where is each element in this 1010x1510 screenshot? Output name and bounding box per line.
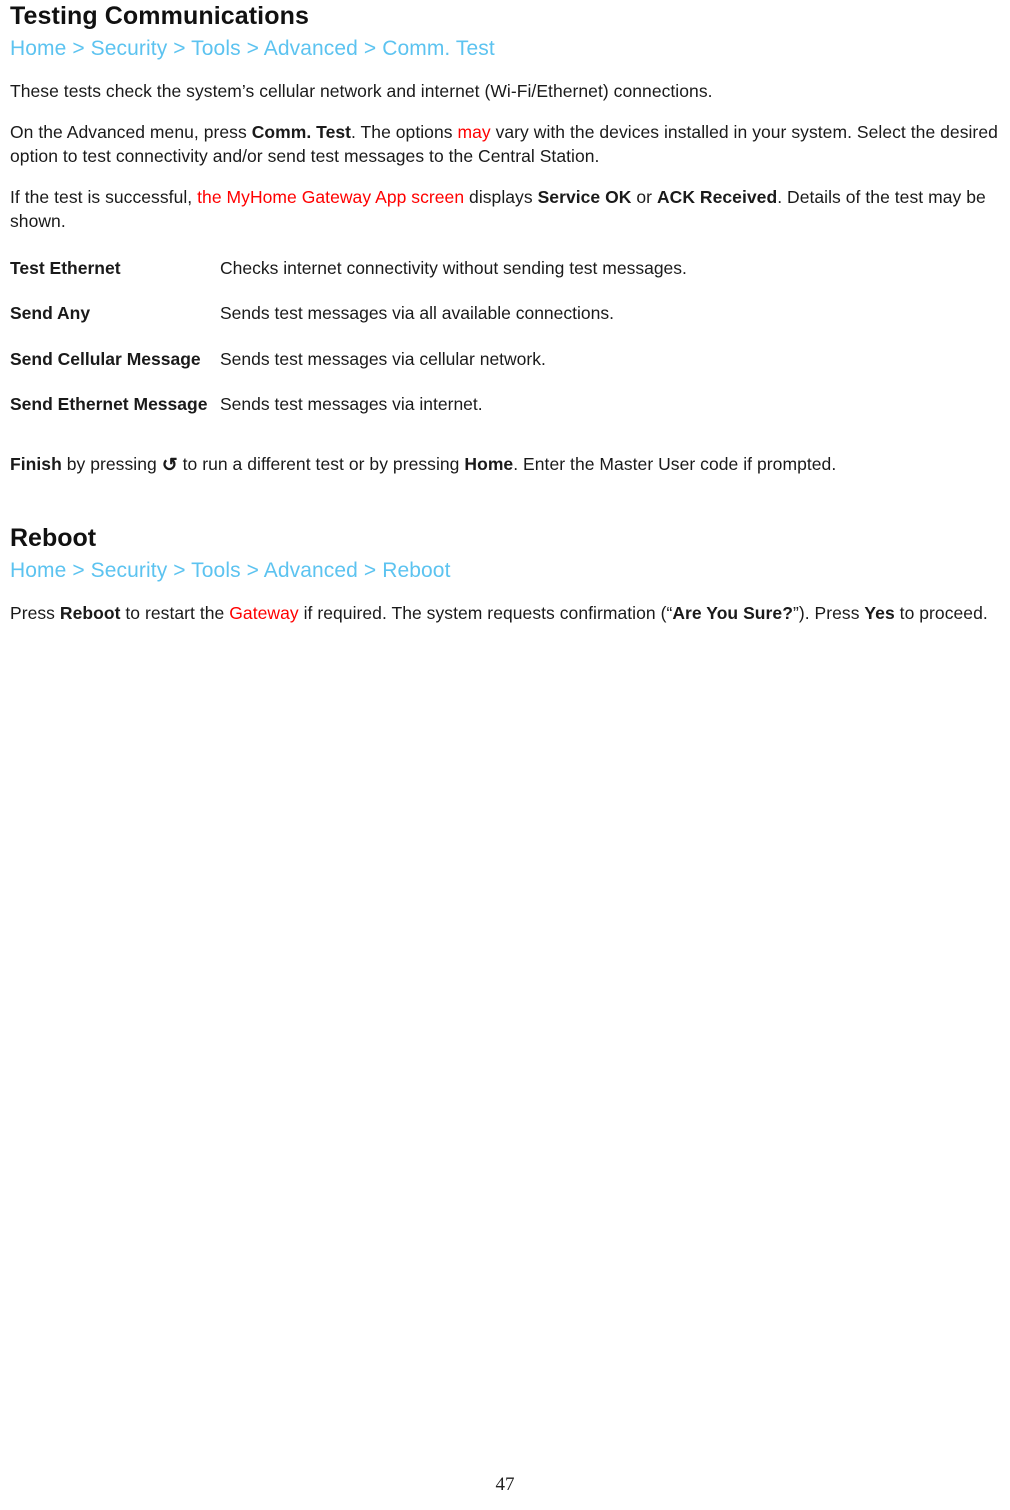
table-row: Send Ethernet Message Sends test message… <box>10 392 1000 438</box>
status-service-ok: Service OK <box>537 186 632 207</box>
option-term: Send Cellular Message <box>10 348 201 369</box>
text-fragment: Press <box>10 603 60 623</box>
text-fragment: or <box>631 186 657 207</box>
text-fragment: On the Advanced menu, press <box>10 121 252 142</box>
option-term: Test Ethernet <box>10 257 121 278</box>
section-title-reboot: Reboot <box>10 524 97 552</box>
text-fragment: to proceed. <box>894 603 988 623</box>
option-term: Send Ethernet Message <box>10 394 208 414</box>
option-description: Checks internet connectivity without sen… <box>220 257 687 278</box>
text-fragment: . Enter the Master User code if prompted… <box>513 453 837 474</box>
emphasis-myhome-gateway-app-screen: the MyHome Gateway App screen <box>197 186 465 207</box>
instruction-finish: Finish <box>10 453 62 474</box>
breadcrumb-comm-test: Home > Security > Tools > Advanced > Com… <box>10 37 495 60</box>
option-term: Send Any <box>10 303 91 323</box>
emphasis-may: may <box>457 121 491 142</box>
option-description: Sends test messages via internet. <box>220 394 483 414</box>
text-fragment: . The options <box>351 121 458 142</box>
paragraph-intro-text: These tests check the system’s cellular … <box>10 81 713 101</box>
paragraph-advanced-menu: On the Advanced menu, press Comm. Test. … <box>10 120 1000 169</box>
text-fragment: ”). Press <box>792 603 865 623</box>
text-fragment: to restart the <box>120 603 230 623</box>
emphasis-gateway: Gateway <box>229 603 299 623</box>
prompt-are-you-sure: Are You Sure? <box>672 603 793 623</box>
menu-item-comm-test: Comm. Test <box>251 121 352 142</box>
paragraph-reboot: Press Reboot to restart the Gateway if r… <box>10 601 1000 626</box>
table-row: Send Cellular Message Sends test message… <box>10 347 1000 393</box>
text-fragment: if required. The system requests confirm… <box>298 603 673 623</box>
page-number: 47 <box>495 1474 515 1495</box>
text-fragment: to run a different test or by pressing <box>177 453 465 474</box>
text-fragment: If the test is successful, <box>10 186 198 207</box>
text-fragment: displays <box>464 186 538 207</box>
table-row: Test Ethernet Checks internet connectivi… <box>10 256 1000 302</box>
document-page: Testing Communications Home > Security >… <box>0 0 1010 1510</box>
return-back-arrow-icon: ↺ <box>161 454 178 476</box>
button-yes: Yes <box>864 603 895 623</box>
button-home: Home <box>464 453 514 474</box>
paragraph-intro: These tests check the system’s cellular … <box>10 79 1000 104</box>
paragraph-success-result: If the test is successful, the MyHome Ga… <box>10 185 1000 234</box>
section-reboot: Reboot Home > Security > Tools > Advance… <box>10 522 1000 626</box>
comm-test-options-table: Test Ethernet Checks internet connectivi… <box>10 256 1000 438</box>
table-row: Send Any Sends test messages via all ava… <box>10 301 1000 347</box>
page-content: Testing Communications Home > Security >… <box>10 0 1000 626</box>
breadcrumb-reboot: Home > Security > Tools > Advanced > Reb… <box>10 559 451 582</box>
page-title: Testing Communications <box>10 2 309 30</box>
section-testing-communications: Testing Communications Home > Security >… <box>10 0 1000 476</box>
option-description: Sends test messages via all available co… <box>220 303 614 323</box>
paragraph-finish: Finish by pressing ↺ to run a different … <box>10 452 1000 477</box>
menu-item-reboot: Reboot <box>59 603 121 623</box>
status-ack-received: ACK Received <box>656 186 778 207</box>
option-description: Sends test messages via cellular network… <box>220 348 546 369</box>
text-fragment: by pressing <box>61 453 162 474</box>
